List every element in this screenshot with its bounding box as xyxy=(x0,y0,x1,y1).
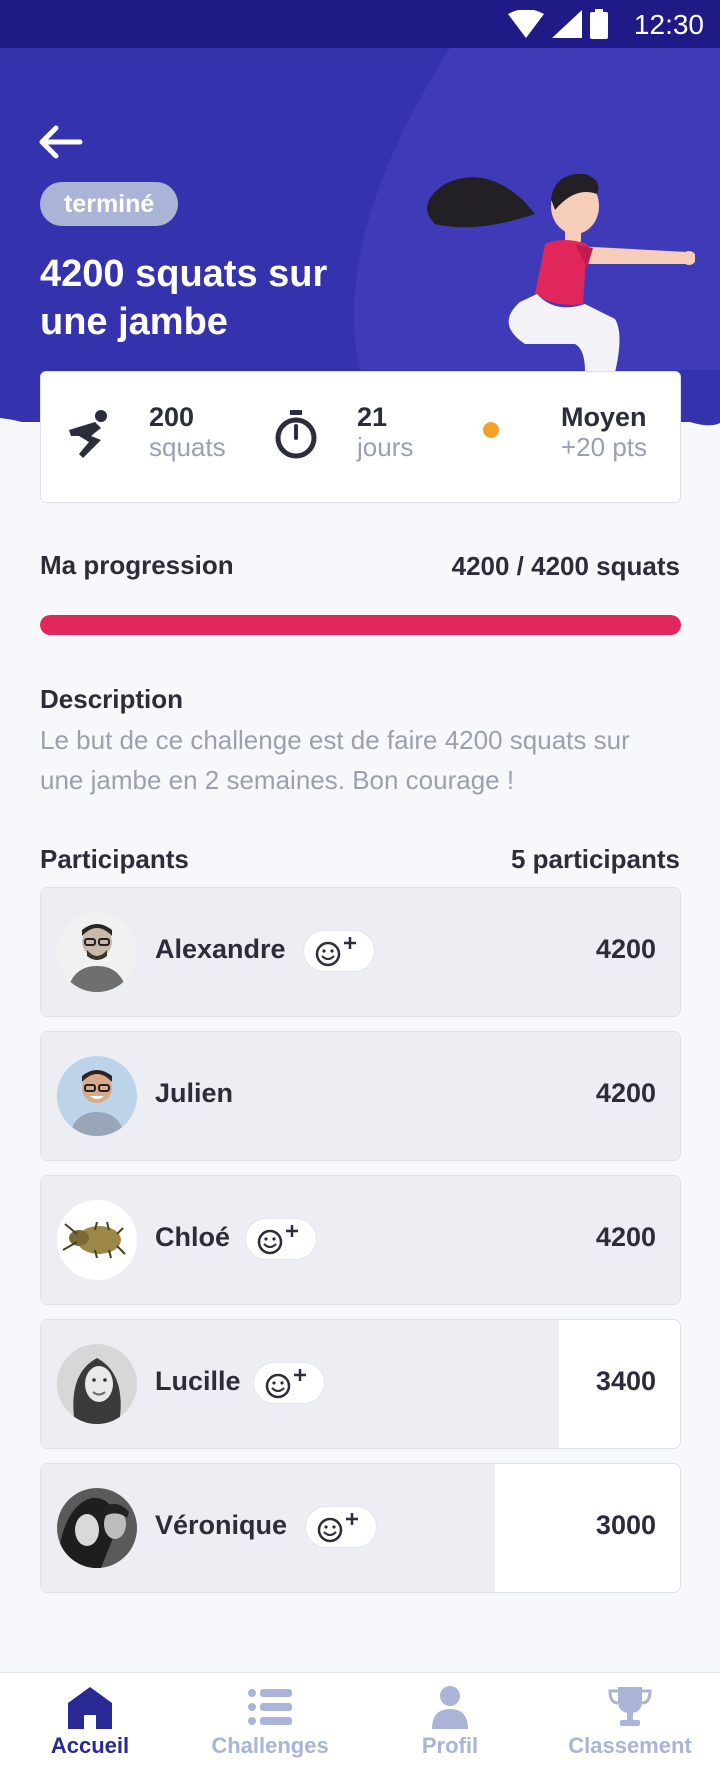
bottom-navigation: Accueil Challenges Profil Classement xyxy=(0,1672,720,1768)
trophy-icon xyxy=(608,1687,652,1726)
progress-value: 4200 / 4200 squats xyxy=(451,551,680,581)
avatar xyxy=(57,1488,137,1568)
participant-row[interactable]: Véronique 3000 xyxy=(40,1463,681,1593)
participant-score: 4200 xyxy=(595,1078,656,1108)
status-icons xyxy=(508,9,608,39)
list-icon xyxy=(248,1689,292,1725)
nav-item-classement[interactable]: Classement xyxy=(540,1673,720,1768)
stat-value: 21 xyxy=(357,402,388,432)
add-reaction-button[interactable] xyxy=(303,930,375,972)
cell-signal-icon xyxy=(552,10,582,38)
avatar xyxy=(57,912,137,992)
add-reaction-button[interactable] xyxy=(253,1362,325,1404)
participants-label: Participants xyxy=(40,844,189,874)
description-label: Description xyxy=(40,684,184,714)
progress-bar-fill xyxy=(40,615,681,635)
stat-unit: +20 pts xyxy=(561,432,648,462)
participant-name: Alexandre xyxy=(155,934,286,964)
participant-score: 3000 xyxy=(595,1510,656,1540)
home-icon xyxy=(68,1687,112,1729)
participant-name: Chloé xyxy=(155,1222,231,1252)
profile-icon xyxy=(432,1686,468,1729)
participant-name: Véronique xyxy=(155,1510,288,1540)
squat-icon xyxy=(69,410,107,458)
progress-bar xyxy=(40,615,681,635)
nav-label: Challenges xyxy=(211,1733,329,1758)
nav-item-profil[interactable]: Profil xyxy=(360,1673,540,1768)
participant-name: Lucille xyxy=(155,1366,241,1396)
participant-row[interactable]: Julien 4200 xyxy=(40,1031,681,1161)
challenge-title: 4200 squats sur une jambe xyxy=(40,253,328,343)
wifi-icon xyxy=(508,10,544,38)
back-arrow-icon xyxy=(39,125,83,159)
participant-row[interactable]: Chloé 4200 xyxy=(40,1175,681,1305)
add-reaction-button[interactable] xyxy=(245,1218,317,1260)
avatar xyxy=(57,1200,137,1280)
battery-icon xyxy=(590,9,608,39)
stat-value: Moyen xyxy=(561,402,647,432)
participant-score: 4200 xyxy=(595,934,656,964)
description-text: Le but de ce challenge est de faire 4200… xyxy=(40,725,630,795)
avatar xyxy=(57,1056,137,1136)
status-badge: terminé xyxy=(40,182,179,226)
avatar xyxy=(57,1344,137,1424)
stat-unit: squats xyxy=(149,432,226,462)
participant-row[interactable]: Alexandre 4200 xyxy=(40,887,681,1017)
participant-name: Julien xyxy=(155,1078,234,1108)
nav-item-accueil[interactable]: Accueil xyxy=(0,1673,180,1768)
stopwatch-icon xyxy=(275,410,317,459)
participant-row[interactable]: Lucille 3400 xyxy=(40,1319,681,1449)
add-reaction-icon xyxy=(265,1369,306,1399)
challenge-stats-card: 200 squats 21 jours Moyen +20 pts xyxy=(40,371,681,503)
nav-label: Accueil xyxy=(50,1733,130,1758)
nav-item-challenges[interactable]: Challenges xyxy=(180,1673,360,1768)
add-reaction-icon xyxy=(317,1513,358,1543)
status-bar: 12:30 xyxy=(0,0,720,48)
participant-score: 3400 xyxy=(595,1366,656,1396)
back-button[interactable] xyxy=(36,122,84,162)
nav-label: Profil xyxy=(421,1733,479,1758)
add-reaction-icon xyxy=(257,1225,298,1255)
progress-label: Ma progression xyxy=(40,550,234,580)
add-reaction-icon xyxy=(315,937,356,967)
nav-label: Classement xyxy=(568,1733,692,1758)
stat-unit: jours xyxy=(357,432,414,462)
difficulty-dot-icon xyxy=(483,422,499,438)
stat-value: 200 xyxy=(149,402,195,432)
add-reaction-button[interactable] xyxy=(305,1506,377,1548)
status-time: 12:30 xyxy=(633,9,704,40)
participant-score: 4200 xyxy=(595,1222,656,1252)
participants-count: 5 participants xyxy=(510,844,680,874)
